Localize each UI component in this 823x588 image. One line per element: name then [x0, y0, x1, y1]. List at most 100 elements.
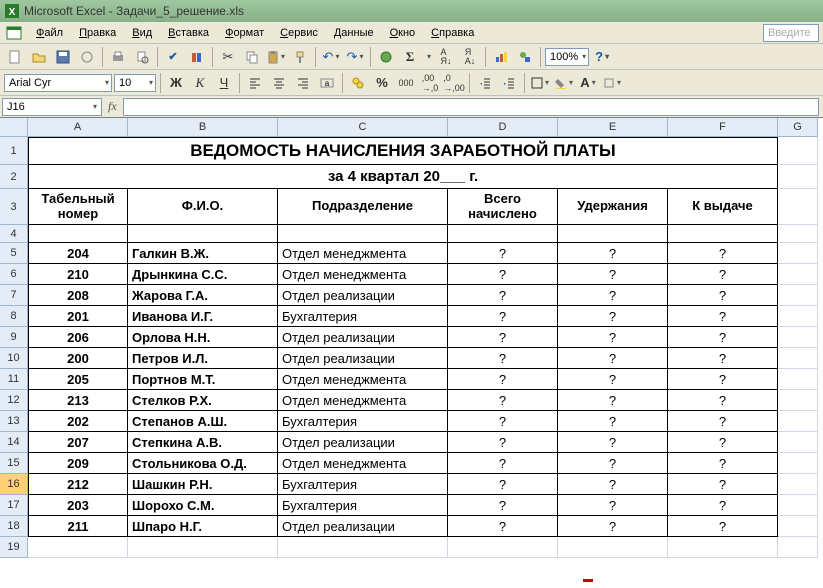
- menu-файл[interactable]: Файл: [28, 25, 71, 41]
- help-button[interactable]: ?: [591, 46, 613, 68]
- cell[interactable]: [778, 348, 818, 369]
- name-box[interactable]: J16 ▾: [2, 98, 102, 116]
- table-header[interactable]: Всего начислено: [448, 189, 558, 225]
- column-header-D[interactable]: D: [448, 118, 558, 137]
- table-cell-total[interactable]: ?: [448, 369, 558, 390]
- table-cell-total[interactable]: ?: [448, 474, 558, 495]
- row-header-16[interactable]: 16: [0, 474, 28, 495]
- chart-wizard-button[interactable]: [490, 46, 512, 68]
- align-left-button[interactable]: [244, 72, 266, 94]
- formula-bar[interactable]: [123, 98, 819, 116]
- sort-desc-button[interactable]: ЯА↓: [459, 46, 481, 68]
- cell[interactable]: [778, 453, 818, 474]
- print-button[interactable]: [107, 46, 129, 68]
- table-cell-num[interactable]: 210: [28, 264, 128, 285]
- table-cell-payout[interactable]: ?: [668, 327, 778, 348]
- align-center-button[interactable]: [268, 72, 290, 94]
- fill-color-button[interactable]: [553, 72, 575, 94]
- row-header-8[interactable]: 8: [0, 306, 28, 327]
- row-header-5[interactable]: 5: [0, 243, 28, 264]
- table-cell-num[interactable]: 206: [28, 327, 128, 348]
- table-cell-dept[interactable]: Отдел реализации: [278, 516, 448, 537]
- table-cell-fio[interactable]: Иванова И.Г.: [128, 306, 278, 327]
- copy-button[interactable]: [241, 46, 263, 68]
- increase-indent-button[interactable]: [498, 72, 520, 94]
- cell[interactable]: [778, 306, 818, 327]
- cell[interactable]: [778, 285, 818, 306]
- fx-icon[interactable]: fx: [108, 99, 117, 114]
- table-cell-payout[interactable]: ?: [668, 306, 778, 327]
- cell[interactable]: [778, 474, 818, 495]
- table-cell-total[interactable]: ?: [448, 516, 558, 537]
- autosum-dropdown[interactable]: [423, 46, 433, 68]
- menu-правка[interactable]: Правка: [71, 25, 124, 41]
- row-header-18[interactable]: 18: [0, 516, 28, 537]
- row-header-12[interactable]: 12: [0, 390, 28, 411]
- merge-center-button[interactable]: a: [316, 72, 338, 94]
- empty-cell[interactable]: [128, 537, 278, 558]
- empty-cell[interactable]: [28, 537, 128, 558]
- table-cell-payout[interactable]: ?: [668, 411, 778, 432]
- table-cell-payout[interactable]: ?: [668, 348, 778, 369]
- table-cell-dept[interactable]: Бухгалтерия: [278, 495, 448, 516]
- table-cell-dept[interactable]: Бухгалтерия: [278, 474, 448, 495]
- cell[interactable]: [778, 495, 818, 516]
- table-cell-dept[interactable]: Бухгалтерия: [278, 411, 448, 432]
- bold-button[interactable]: Ж: [165, 72, 187, 94]
- font-name-combo[interactable]: Arial Cyr ▾: [4, 74, 112, 92]
- increase-decimal-button[interactable]: ,00→,0: [419, 72, 441, 94]
- empty-cell[interactable]: [128, 225, 278, 243]
- table-header[interactable]: Подразделение: [278, 189, 448, 225]
- table-cell-withheld[interactable]: ?: [558, 327, 668, 348]
- table-cell-payout[interactable]: ?: [668, 453, 778, 474]
- table-cell-fio[interactable]: Петров И.Л.: [128, 348, 278, 369]
- sheet-title[interactable]: ВЕДОМОСТЬ НАЧИСЛЕНИЯ ЗАРАБОТНОЙ ПЛАТЫ: [28, 137, 778, 165]
- ask-a-question-box[interactable]: Введите: [763, 24, 819, 42]
- row-header-1[interactable]: 1: [0, 137, 28, 165]
- table-cell-total[interactable]: ?: [448, 264, 558, 285]
- column-header-G[interactable]: G: [778, 118, 818, 137]
- empty-cell[interactable]: [278, 225, 448, 243]
- table-cell-withheld[interactable]: ?: [558, 432, 668, 453]
- table-cell-fio[interactable]: Орлова Н.Н.: [128, 327, 278, 348]
- undo-button[interactable]: ↶: [320, 46, 342, 68]
- table-cell-num[interactable]: 208: [28, 285, 128, 306]
- format-painter-button[interactable]: [289, 46, 311, 68]
- table-header[interactable]: Табельный номер: [28, 189, 128, 225]
- sort-asc-button[interactable]: АЯ↓: [435, 46, 457, 68]
- row-header-15[interactable]: 15: [0, 453, 28, 474]
- column-header-A[interactable]: A: [28, 118, 128, 137]
- select-all-corner[interactable]: [0, 118, 28, 137]
- table-cell-withheld[interactable]: ?: [558, 285, 668, 306]
- table-cell-total[interactable]: ?: [448, 285, 558, 306]
- table-header[interactable]: Удержания: [558, 189, 668, 225]
- table-cell-fio[interactable]: Жарова Г.А.: [128, 285, 278, 306]
- empty-cell[interactable]: [448, 537, 558, 558]
- table-cell-payout[interactable]: ?: [668, 285, 778, 306]
- comma-button[interactable]: 000: [395, 72, 417, 94]
- table-cell-withheld[interactable]: ?: [558, 495, 668, 516]
- worksheet-area[interactable]: 12345678910111213141516171819 ABCDEFG ВЕ…: [0, 118, 823, 588]
- table-cell-total[interactable]: ?: [448, 432, 558, 453]
- row-header-2[interactable]: 2: [0, 165, 28, 189]
- menu-справка[interactable]: Справка: [423, 25, 482, 41]
- save-button[interactable]: [52, 46, 74, 68]
- cell-grid[interactable]: ВЕДОМОСТЬ НАЧИСЛЕНИЯ ЗАРАБОТНОЙ ПЛАТЫза …: [28, 137, 823, 558]
- row-header-14[interactable]: 14: [0, 432, 28, 453]
- underline-button[interactable]: Ч: [213, 72, 235, 94]
- table-cell-fio[interactable]: Стольникова О.Д.: [128, 453, 278, 474]
- drawing-button[interactable]: [514, 46, 536, 68]
- column-header-B[interactable]: B: [128, 118, 278, 137]
- toolbar-options-button[interactable]: [601, 72, 623, 94]
- italic-button[interactable]: K: [189, 72, 211, 94]
- sheet-subtitle[interactable]: за 4 квартал 20___ г.: [28, 165, 778, 189]
- menu-формат[interactable]: Формат: [217, 25, 272, 41]
- table-cell-total[interactable]: ?: [448, 306, 558, 327]
- table-cell-dept[interactable]: Отдел менеджмента: [278, 453, 448, 474]
- empty-cell[interactable]: [448, 225, 558, 243]
- currency-button[interactable]: [347, 72, 369, 94]
- table-cell-total[interactable]: ?: [448, 453, 558, 474]
- row-header-10[interactable]: 10: [0, 348, 28, 369]
- open-button[interactable]: [28, 46, 50, 68]
- table-cell-fio[interactable]: Портнов М.Т.: [128, 369, 278, 390]
